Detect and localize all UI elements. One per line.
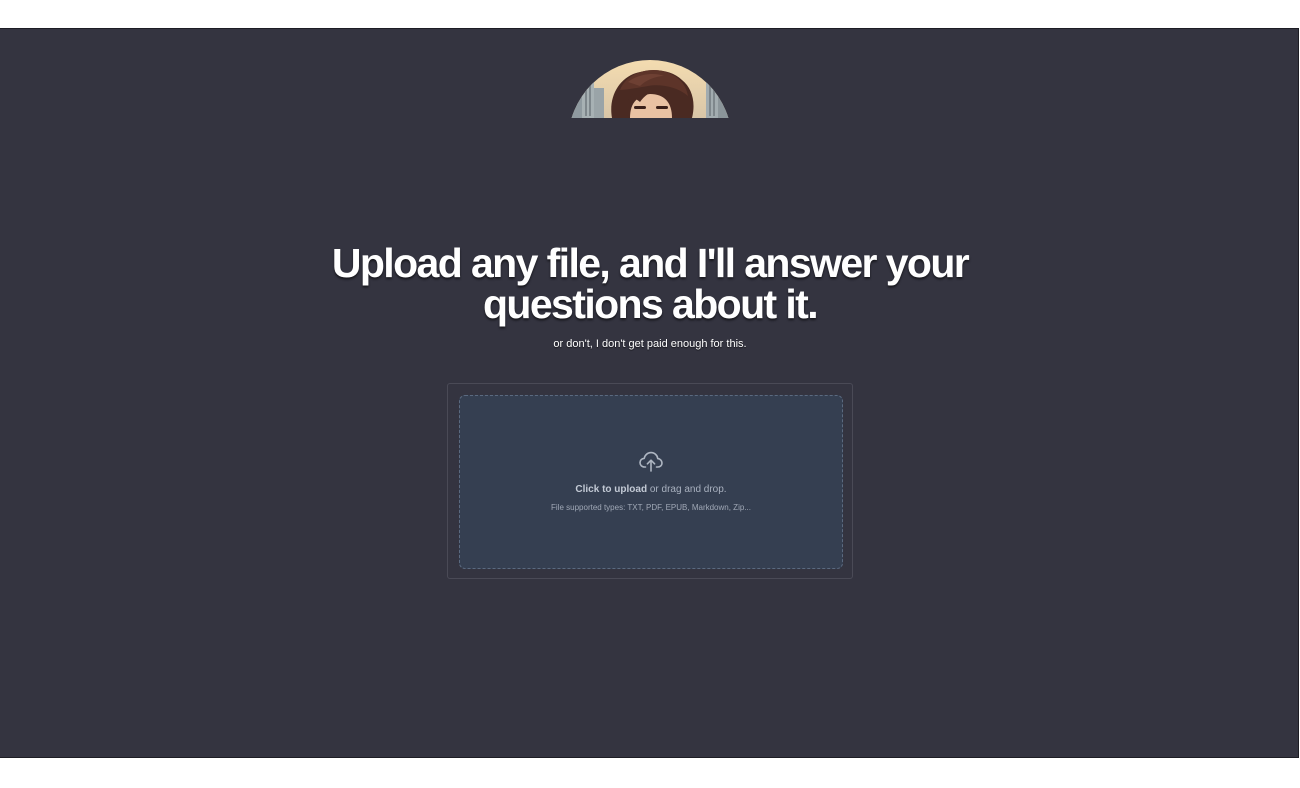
cloud-upload-icon bbox=[639, 451, 663, 472]
upload-card: Click to upload or drag and drop. File s… bbox=[447, 383, 853, 579]
page-title: Upload any file, and I'll answer your qu… bbox=[331, 240, 970, 327]
app-frame: Upload any file, and I'll answer your qu… bbox=[0, 28, 1299, 758]
avatar bbox=[568, 60, 732, 118]
click-to-upload-link[interactable]: Click to upload bbox=[575, 484, 647, 495]
supported-file-types: File supported types: TXT, PDF, EPUB, Ma… bbox=[551, 503, 751, 512]
upload-instruction: Click to upload or drag and drop. bbox=[460, 484, 842, 496]
file-dropzone[interactable]: Click to upload or drag and drop. File s… bbox=[459, 395, 843, 569]
page-subtitle: or don't, I don't get paid enough for th… bbox=[553, 338, 747, 350]
avatar-illustration-icon bbox=[568, 60, 732, 118]
drag-and-drop-text: or drag and drop. bbox=[647, 484, 727, 495]
